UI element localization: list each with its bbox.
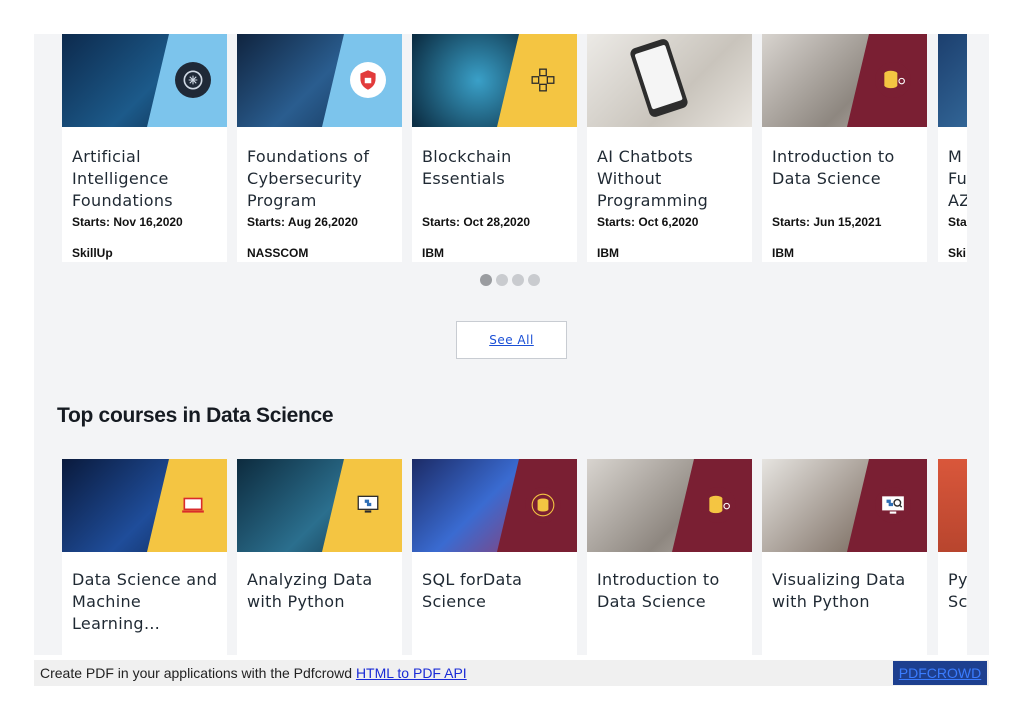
course-card[interactable]: Visualizing Data with Python xyxy=(762,459,927,655)
security-shield-icon xyxy=(350,62,386,98)
course-thumbnail xyxy=(938,459,967,552)
course-title[interactable]: AI Chatbots Without Programming xyxy=(597,146,747,212)
course-thumbnail xyxy=(587,34,752,127)
content-panel: Artificial Intelligence Foundations Star… xyxy=(34,34,989,655)
course-provider: NASSCOM xyxy=(247,246,309,260)
course-card[interactable]: Introduction to Data Science xyxy=(587,459,752,655)
course-thumbnail xyxy=(237,459,402,552)
database-icon xyxy=(700,487,736,523)
course-start-date: Starts: Nov 16,2020 xyxy=(72,215,183,229)
course-title[interactable]: Artificial Intelligence Foundations xyxy=(72,146,222,212)
laptop-icon xyxy=(175,487,211,523)
course-title[interactable]: Introduction to Data Science xyxy=(772,146,922,190)
course-provider: Ski xyxy=(948,246,967,260)
carousel-dot[interactable] xyxy=(496,274,508,286)
course-card[interactable]: Introduction to Data Science Starts: Jun… xyxy=(762,34,927,262)
course-card-partial[interactable]: M Fu AZ Sta Ski xyxy=(938,34,967,262)
course-card[interactable]: Foundations of Cybersecurity Program Sta… xyxy=(237,34,402,262)
sql-database-icon xyxy=(525,487,561,523)
carousel-dot[interactable] xyxy=(512,274,524,286)
course-provider: IBM xyxy=(772,246,794,260)
course-thumbnail xyxy=(62,34,227,127)
course-start-date: Sta xyxy=(948,215,967,229)
see-all-link[interactable]: See All xyxy=(489,333,534,347)
course-title[interactable]: Introduction to Data Science xyxy=(597,569,747,613)
course-provider: SkillUp xyxy=(72,246,113,260)
section-title: Top courses in Data Science xyxy=(57,404,334,427)
course-card[interactable]: AI Chatbots Without Programming Starts: … xyxy=(587,34,752,262)
course-card[interactable]: Blockchain Essentials Starts: Oct 28,202… xyxy=(412,34,577,262)
course-thumbnail xyxy=(938,34,967,127)
course-start-date: Starts: Oct 6,2020 xyxy=(597,215,699,229)
course-card[interactable]: Analyzing Data with Python xyxy=(237,459,402,655)
course-card[interactable]: SQL forData Science xyxy=(412,459,577,655)
course-provider: IBM xyxy=(422,246,444,260)
course-start-date: Starts: Oct 28,2020 xyxy=(422,215,531,229)
python-search-icon xyxy=(875,487,911,523)
course-card[interactable]: Artificial Intelligence Foundations Star… xyxy=(62,34,227,262)
course-thumbnail xyxy=(587,459,752,552)
course-title[interactable]: Blockchain Essentials xyxy=(422,146,572,190)
course-thumbnail xyxy=(412,459,577,552)
pdfcrowd-footer: Create PDF in your applications with the… xyxy=(34,660,989,686)
course-card-partial[interactable]: Py Sc xyxy=(938,459,967,655)
course-thumbnail xyxy=(62,459,227,552)
course-thumbnail xyxy=(762,459,927,552)
courses-carousel: Artificial Intelligence Foundations Star… xyxy=(62,34,967,262)
html-to-pdf-api-link[interactable]: HTML to PDF API xyxy=(356,665,467,681)
course-card[interactable]: Data Science and Machine Learning… xyxy=(62,459,227,655)
course-title[interactable]: Py Sc xyxy=(948,569,967,613)
database-icon xyxy=(875,62,911,98)
course-title[interactable]: Visualizing Data with Python xyxy=(772,569,922,613)
course-photo xyxy=(938,459,967,552)
pdfcrowd-button[interactable]: PDFCROWD xyxy=(893,661,987,685)
carousel-dot[interactable] xyxy=(528,274,540,286)
footer-text: Create PDF in your applications with the… xyxy=(40,665,467,681)
see-all-button[interactable]: See All xyxy=(456,321,567,359)
course-title[interactable]: Analyzing Data with Python xyxy=(247,569,397,613)
pdfcrowd-link[interactable]: PDFCROWD xyxy=(899,665,981,681)
blockchain-cubes-icon xyxy=(525,62,561,98)
course-thumbnail xyxy=(412,34,577,127)
python-monitor-icon xyxy=(350,487,386,523)
course-title[interactable]: M Fu AZ xyxy=(948,146,967,212)
course-title[interactable]: Foundations of Cybersecurity Program xyxy=(247,146,397,212)
course-thumbnail xyxy=(237,34,402,127)
course-thumbnail xyxy=(762,34,927,127)
course-start-date: Starts: Aug 26,2020 xyxy=(247,215,358,229)
course-photo xyxy=(938,34,967,127)
footer-message: Create PDF in your applications with the… xyxy=(40,665,353,681)
data-science-carousel: Data Science and Machine Learning… Analy… xyxy=(62,459,967,655)
course-start-date: Starts: Jun 15,2021 xyxy=(772,215,882,229)
course-provider: IBM xyxy=(597,246,619,260)
course-title[interactable]: SQL forData Science xyxy=(422,569,572,613)
ai-brain-icon xyxy=(175,62,211,98)
carousel-dot[interactable] xyxy=(480,274,492,286)
carousel-pagination xyxy=(480,274,540,286)
course-title[interactable]: Data Science and Machine Learning… xyxy=(72,569,222,635)
